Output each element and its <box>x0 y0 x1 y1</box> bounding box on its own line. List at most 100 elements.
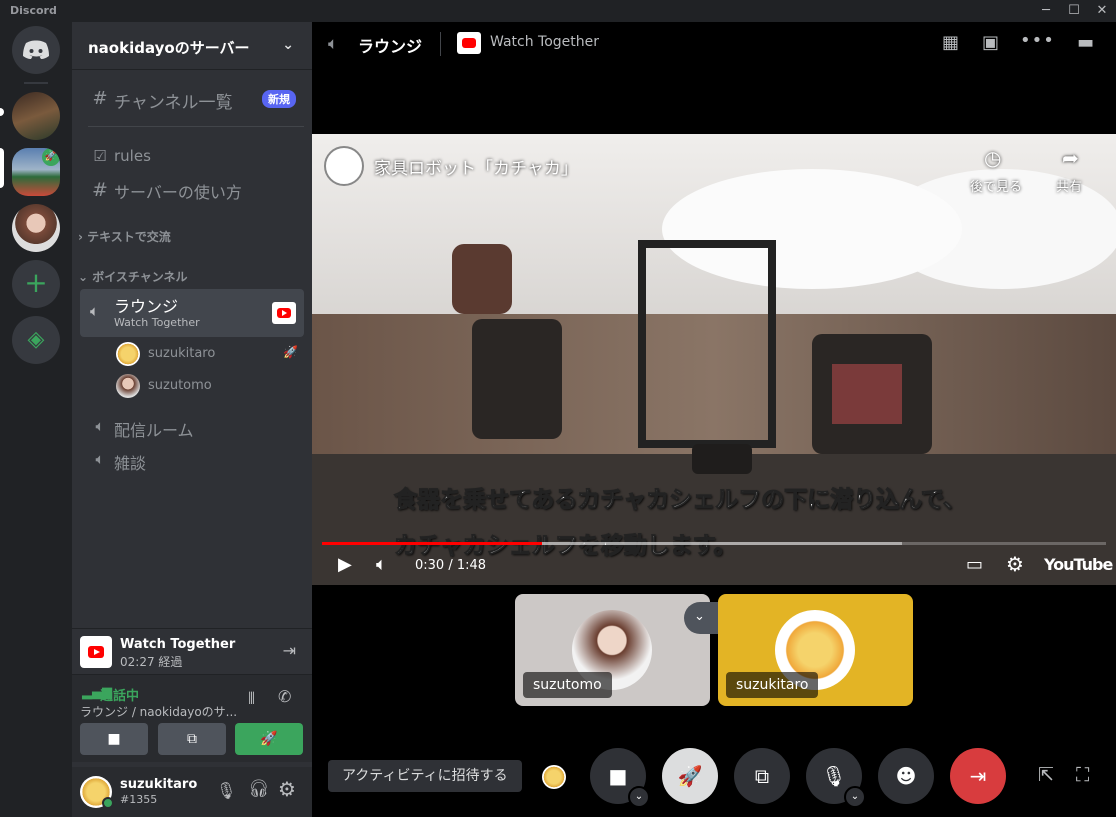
rules-check-icon: ☑ <box>93 147 107 165</box>
activity-button[interactable]: 🚀 <box>235 723 303 755</box>
channel-avatar[interactable] <box>324 146 364 186</box>
hashtag-icon: # <box>92 179 108 201</box>
selected-pill <box>0 148 4 188</box>
server-header[interactable]: naokidayoのサーバー ⌄ <box>72 22 312 70</box>
youtube-logo[interactable]: YouTube <box>1044 555 1113 574</box>
smiley-icon: ☻ <box>895 764 917 788</box>
activity-elapsed: 02:27 経過 <box>120 655 183 669</box>
headphones-icon[interactable]: 🎧︎ <box>248 779 270 799</box>
noise-suppression-icon[interactable]: ⦀ <box>248 689 255 709</box>
speaker-icon: 🔈︎ <box>95 417 105 435</box>
voice-channel-streaming[interactable]: 🔈︎ 配信ルーム <box>80 417 304 441</box>
youtube-icon <box>272 302 296 324</box>
popout-icon[interactable]: ⇱ <box>1038 764 1054 786</box>
camera-icon: ■ <box>608 764 628 788</box>
user-name: suzukitaro <box>120 777 198 792</box>
clock-icon[interactable]: ◷ <box>984 146 1001 170</box>
progress-bar[interactable] <box>322 542 1106 545</box>
captions-icon[interactable]: ▭ <box>966 554 983 575</box>
watch-later-label[interactable]: 後で見る <box>970 176 1022 195</box>
microphone-icon: 🎙︎ <box>821 764 847 788</box>
user-panel: suzukitaro #1355 🎙︎ 🎧︎ ⚙ <box>72 767 312 817</box>
participant-tile[interactable]: suzukitaro <box>718 594 913 706</box>
avatar <box>542 765 566 789</box>
main-header: 🔈︎ ラウンジ Watch Together ▦ ▣ ••• ▬ <box>312 22 1116 68</box>
voice-channel-streaming-label: 配信ルーム <box>114 421 194 440</box>
voice-location[interactable]: ラウンジ / naokidayoのサ... <box>80 703 237 720</box>
maximize-icon[interactable]: ☐ <box>1064 2 1084 20</box>
category-voice-label: ボイスチャンネル <box>92 270 188 284</box>
more-options-icon[interactable]: ••• <box>1020 30 1055 51</box>
rail-divider <box>24 82 48 84</box>
rocket-icon: 🚀 <box>283 345 298 359</box>
add-server-icon[interactable]: + <box>12 260 60 308</box>
voice-status[interactable]: 通話中 <box>100 685 139 704</box>
participant-tile[interactable]: suzutomo <box>515 594 710 706</box>
grid-layout-icon[interactable]: ▦ <box>942 32 959 53</box>
category-text[interactable]: › テキストで交流 <box>78 228 171 245</box>
channel-sidebar: naokidayoのサーバー ⌄ # チャンネル一覧 新規 ☑ rules # … <box>72 22 312 817</box>
video-title[interactable]: 家具ロボット「カチャカ」 <box>374 154 578 179</box>
channel-rules-label: rules <box>114 147 151 165</box>
mute-button[interactable]: 🎙︎ ⌄ <box>806 748 866 808</box>
settings-gear-icon[interactable]: ⚙ <box>1006 552 1024 576</box>
chevron-down-icon[interactable]: ⌄ <box>628 786 650 808</box>
fullscreen-icon[interactable]: ⛶ <box>1076 764 1089 786</box>
new-badge: 新規 <box>262 90 296 108</box>
minimize-icon[interactable]: ─ <box>1036 2 1056 20</box>
caption-line-1: 食器を乗せてあるカチャカシェルフの下に潜り込んで、 <box>393 487 967 514</box>
browse-channels-item[interactable]: # チャンネル一覧 新規 <box>80 88 304 113</box>
chevron-down-icon: ⌄ <box>694 609 705 624</box>
screenshare-button[interactable]: ⧉ <box>158 723 226 755</box>
server-icon-naokidayo[interactable]: 🚀 <box>12 148 60 196</box>
voice-user[interactable]: suzukitaro 🚀 <box>116 340 304 368</box>
chevron-down-icon[interactable]: ⌄ <box>844 786 866 808</box>
soundboard-button[interactable]: ☻ <box>878 748 934 804</box>
participant-name: suzukitaro <box>726 672 819 698</box>
inbox-icon[interactable]: ▣ <box>982 32 999 53</box>
channel-server-guide[interactable]: # サーバーの使い方 <box>80 179 304 203</box>
speaker-icon: 🔈︎ <box>328 34 339 54</box>
youtube-player[interactable]: 家具ロボット「カチャカ」 ◷ 後で見る ➦ 共有 食器を乗せてあるカチャカシェル… <box>312 134 1116 585</box>
server-icon-1[interactable] <box>12 92 60 140</box>
settings-gear-icon[interactable]: ⚙ <box>278 777 296 801</box>
voice-user[interactable]: suzutomo <box>116 372 304 400</box>
voice-channel-chat-label: 雑談 <box>114 454 147 473</box>
avatar <box>116 342 140 366</box>
header-activity-name: Watch Together <box>490 34 600 50</box>
leave-icon: ⇥ <box>969 764 987 788</box>
title-bar: Discord ─ ☐ ✕ <box>0 0 1116 22</box>
disconnect-icon[interactable]: ✆ <box>278 687 291 706</box>
share-arrow-icon[interactable]: ➦ <box>1062 146 1079 170</box>
unread-pill <box>0 108 4 116</box>
voice-user-name: suzutomo <box>148 378 212 393</box>
play-icon[interactable]: ▶ <box>338 554 352 575</box>
activity-button[interactable]: 🚀 <box>662 748 718 804</box>
channel-rules[interactable]: ☑ rules <box>80 147 304 169</box>
camera-button[interactable]: ■ <box>80 723 148 755</box>
microphone-icon[interactable]: 🎙︎ <box>216 781 236 800</box>
voice-channel-lounge[interactable]: 🔈︎ ラウンジ Watch Together <box>80 289 304 337</box>
explore-compass-icon[interactable]: ◈ <box>12 316 60 364</box>
screenshare-button[interactable]: ⧉ <box>734 748 790 804</box>
screenshare-icon: ⧉ <box>754 764 770 788</box>
invite-activity-button[interactable]: アクティビティに招待する <box>328 760 522 792</box>
leave-activity-icon[interactable]: ⇥ <box>283 641 296 660</box>
voice-channel-lounge-label: ラウンジ <box>114 297 179 316</box>
voice-channel-chat[interactable]: 🔈︎ 雑談 <box>80 450 304 474</box>
close-icon[interactable]: ✕ <box>1092 2 1112 20</box>
app-name: Discord <box>10 4 57 17</box>
volume-icon[interactable]: 🔈︎ <box>376 554 387 575</box>
hashtag-search-icon: # <box>92 88 108 109</box>
activity-title: Watch Together <box>120 637 236 652</box>
category-voice[interactable]: ⌄ ボイスチャンネル <box>78 268 188 285</box>
chat-icon[interactable]: ▬ <box>1077 32 1094 53</box>
server-icon-3[interactable] <box>12 204 60 252</box>
camera-button[interactable]: ■ ⌄ <box>590 748 650 808</box>
home-button[interactable] <box>12 26 60 74</box>
server-name: naokidayoのサーバー <box>88 39 250 57</box>
leave-call-button[interactable]: ⇥ <box>950 748 1006 804</box>
voice-connected-panel: ▂▄▆ 通話中 ラウンジ / naokidayoのサ... ⦀ ✆ ■ ⧉ 🚀 <box>72 674 312 762</box>
video-frame <box>312 134 1116 585</box>
share-label[interactable]: 共有 <box>1056 176 1082 195</box>
